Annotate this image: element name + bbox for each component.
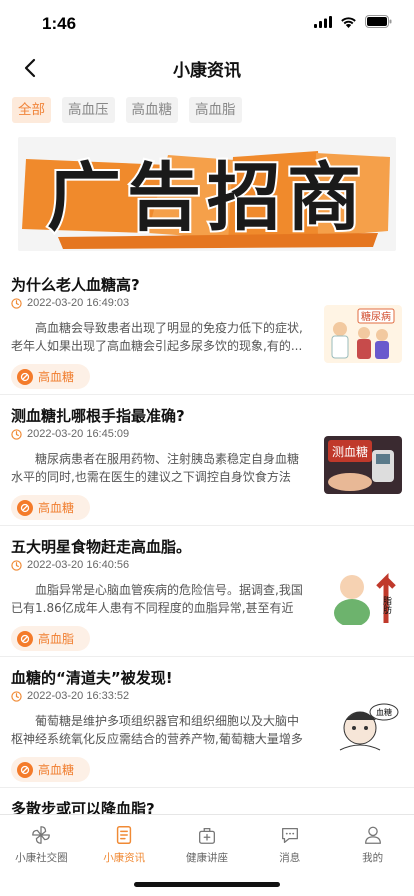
filter-tab-hyperglycemia[interactable]: 高血糖 — [125, 97, 178, 123]
news-time: 2022-03-20 16:45:09 — [11, 428, 129, 440]
nav-bar: 小康资讯 — [0, 46, 414, 90]
news-summary: 葡萄糖是维护多项组织器官和组织细胞以及大脑中枢神经系统氧化反应需结合的营养产物,… — [11, 714, 303, 746]
tab-news[interactable]: 小康资讯 — [83, 815, 166, 865]
ad-banner[interactable]: 广告招商 — [18, 137, 396, 251]
chat-bubble-icon — [281, 827, 298, 843]
tab-label: 我的 — [362, 852, 384, 864]
news-item[interactable]: 测血糖扎哪根手指最准确? 2022-03-20 16:45:09 糖尿病患者在服… — [0, 395, 414, 526]
news-title: 测血糖扎哪根手指最准确? — [11, 407, 185, 425]
news-summary: 高血糖会导致患者出现了明显的免疫力低下的症状,老年人如果出现了高血糖会引起多尿多… — [11, 321, 303, 353]
thumbnail-label: 血糖 — [376, 707, 392, 717]
tab-messages[interactable]: 消息 — [248, 815, 331, 865]
document-icon — [117, 826, 132, 844]
news-thumbnail: 血糖 — [324, 698, 402, 756]
tag-icon — [17, 368, 33, 385]
news-item[interactable]: 为什么老人血糖高? 2022-03-20 16:49:03 高血糖会导致患者出现… — [0, 264, 414, 395]
tab-label: 小康社交圈 — [15, 852, 68, 864]
tab-health-lecture[interactable]: 健康讲座 — [166, 815, 249, 865]
clock-icon — [11, 297, 22, 309]
medical-kit-icon — [199, 827, 215, 844]
home-indicator — [134, 882, 280, 887]
page-title: 小康资讯 — [173, 61, 241, 81]
news-thumbnail: 糖尿病 — [324, 305, 402, 363]
status-icons — [314, 15, 392, 28]
clock-icon — [11, 690, 22, 702]
news-title: 为什么老人血糖高? — [11, 276, 140, 294]
tab-label: 小康资讯 — [103, 852, 146, 864]
tab-social-circle[interactable]: 小康社交圈 — [0, 815, 83, 865]
news-thumbnail: 脂肪 — [324, 567, 402, 625]
filter-tab-hypertension[interactable]: 高血压 — [62, 97, 115, 123]
news-tag-label: 高血脂 — [38, 632, 75, 646]
news-tag-label: 高血糖 — [38, 501, 75, 515]
news-category-tag[interactable]: 高血糖 — [11, 495, 91, 520]
thumbnail-label: 脂肪 — [381, 595, 392, 615]
ad-banner-image: 广告招商 — [18, 137, 396, 251]
thumbnail-label: 糖尿病 — [361, 310, 391, 323]
news-summary: 血脂异常是心脑血管疾病的危险信号。据调查,我国已有1.86亿成年人患有不同程度的… — [11, 583, 303, 615]
news-timestamp: 2022-03-20 16:45:09 — [27, 428, 130, 440]
news-time: 2022-03-20 16:33:52 — [11, 690, 129, 702]
tab-label: 消息 — [279, 852, 301, 864]
news-timestamp: 2022-03-20 16:40:56 — [27, 559, 130, 571]
ad-banner-text: 广告招商 — [47, 155, 367, 241]
news-list: 为什么老人血糖高? 2022-03-20 16:49:03 高血糖会导致患者出现… — [0, 264, 414, 818]
cellular-signal-icon — [314, 15, 332, 28]
clock-icon — [11, 559, 22, 571]
tag-icon — [17, 761, 33, 778]
clock-icon — [11, 428, 22, 440]
tab-profile[interactable]: 我的 — [331, 815, 414, 865]
news-timestamp: 2022-03-20 16:33:52 — [27, 690, 130, 702]
wifi-icon — [341, 16, 356, 28]
pinwheel-icon — [32, 826, 51, 844]
news-item[interactable]: 五大明星食物赶走高血脂。 2022-03-20 16:40:56 血脂异常是心脑… — [0, 526, 414, 657]
news-title: 血糖的“清道夫”被发现! — [11, 669, 173, 687]
news-thumbnail: 测血糖 — [324, 436, 402, 494]
thumbnail-label: 测血糖 — [332, 444, 368, 459]
tab-label: 健康讲座 — [185, 852, 228, 864]
news-tag-label: 高血糖 — [38, 370, 75, 384]
filter-tab-hyperlipidemia[interactable]: 高血脂 — [189, 97, 242, 123]
news-item[interactable]: 血糖的“清道夫”被发现! 2022-03-20 16:33:52 葡萄糖是维护多… — [0, 657, 414, 788]
filter-tab-all[interactable]: 全部 — [12, 97, 51, 123]
news-category-tag[interactable]: 高血脂 — [11, 626, 91, 651]
news-title: 五大明星食物赶走高血脂。 — [11, 538, 192, 556]
news-time: 2022-03-20 16:49:03 — [11, 297, 129, 309]
person-icon — [364, 826, 381, 844]
category-filter-tabs: 全部 高血压 高血糖 高血脂 — [12, 97, 242, 123]
tag-icon — [17, 499, 33, 516]
news-summary: 糖尿病患者在服用药物、注射胰岛素稳定自身血糖水平的同时,也需在医生的建议之下调控… — [11, 452, 300, 484]
battery-icon — [365, 15, 392, 28]
news-time: 2022-03-20 16:40:56 — [11, 559, 129, 571]
status-bar: 1:46 — [0, 0, 414, 46]
news-category-tag[interactable]: 高血糖 — [11, 757, 91, 782]
news-timestamp: 2022-03-20 16:49:03 — [27, 297, 130, 309]
news-category-tag[interactable]: 高血糖 — [11, 364, 91, 389]
status-time: 1:46 — [42, 14, 77, 33]
news-tag-label: 高血糖 — [38, 763, 75, 777]
tag-icon — [17, 630, 33, 647]
bottom-tab-bar: 小康社交圈 小康资讯 健康讲座 消息 我的 — [0, 814, 414, 896]
